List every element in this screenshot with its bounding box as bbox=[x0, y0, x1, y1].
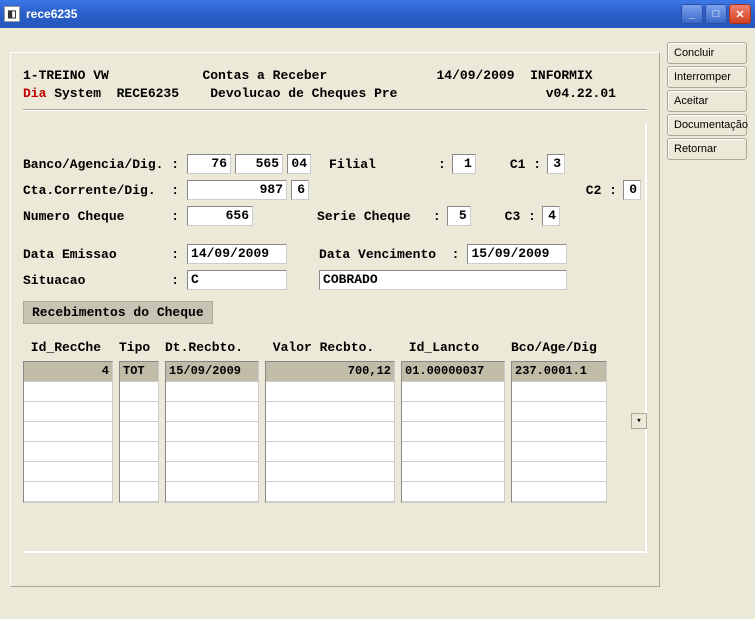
aceitar-button[interactable]: Aceitar bbox=[667, 90, 747, 112]
interromper-button[interactable]: Interromper bbox=[667, 66, 747, 88]
form-area: Banco/Agencia/Dig. : 76 565 04 Filial : … bbox=[23, 123, 647, 553]
numcheque-field[interactable]: 656 bbox=[187, 206, 253, 226]
label-serie: Serie Cheque bbox=[317, 209, 411, 224]
col-tipo[interactable]: TOT bbox=[119, 361, 159, 503]
label-emissao: Data Emissao : bbox=[23, 247, 179, 262]
retornar-button[interactable]: Retornar bbox=[667, 138, 747, 160]
label-banco: Banco/Agencia/Dig. : bbox=[23, 157, 179, 172]
header-line-1: 1-TREINO VW Contas a Receber 14/09/2009 … bbox=[23, 67, 647, 85]
window-title: rece6235 bbox=[26, 7, 77, 21]
col-idlan-header: Id_Lancto bbox=[401, 340, 505, 355]
sub-header: Recebimentos do Cheque bbox=[23, 301, 213, 324]
situacao-code-field[interactable]: C bbox=[187, 270, 287, 290]
minimize-button[interactable]: _ bbox=[681, 4, 703, 24]
dig1-field[interactable]: 04 bbox=[287, 154, 311, 174]
main-panel: 1-TREINO VW Contas a Receber 14/09/2009 … bbox=[10, 52, 660, 587]
app-icon: ◧ bbox=[4, 6, 20, 22]
header-line-2: Dia System RECE6235 Devolucao de Cheques… bbox=[23, 85, 647, 103]
col-tipo-header: Tipo bbox=[119, 340, 159, 355]
dig2-field[interactable]: 6 bbox=[291, 180, 309, 200]
scroll-down-icon[interactable]: ▾ bbox=[631, 413, 647, 429]
label-numcheque: Numero Cheque : bbox=[23, 209, 179, 224]
label-situacao: Situacao : bbox=[23, 273, 179, 288]
conta-field[interactable]: 987 bbox=[187, 180, 287, 200]
col-valor-header: Valor Recbto. bbox=[265, 340, 395, 355]
table-row[interactable]: 700,12 bbox=[266, 362, 394, 382]
table-row[interactable]: 01.00000037 bbox=[402, 362, 504, 382]
divider bbox=[23, 109, 647, 111]
col-bco[interactable]: 237.0001.1 bbox=[511, 361, 607, 503]
col-dtrec[interactable]: 15/09/2009 bbox=[165, 361, 259, 503]
banco-field[interactable]: 76 bbox=[187, 154, 231, 174]
grid: Id_RecChe 4 Tipo TOT Dt.Recbto. bbox=[23, 340, 645, 503]
label-c3: C3 : bbox=[505, 209, 536, 224]
c3-field[interactable]: 4 bbox=[542, 206, 560, 226]
col-dtrec-header: Dt.Recbto. bbox=[165, 340, 259, 355]
concluir-button[interactable]: Concluir bbox=[667, 42, 747, 64]
label-c2: C2 : bbox=[586, 183, 617, 198]
col-id-header: Id_RecChe bbox=[23, 340, 113, 355]
label-filial: Filial bbox=[329, 157, 376, 172]
table-row[interactable]: 15/09/2009 bbox=[166, 362, 258, 382]
action-sidebar: Concluir Interromper Aceitar Documentaçã… bbox=[667, 42, 747, 160]
c2-field[interactable]: 0 bbox=[623, 180, 641, 200]
col-bco-header: Bco/Age/Dig bbox=[511, 340, 607, 355]
serie-field[interactable]: 5 bbox=[447, 206, 471, 226]
table-row[interactable]: TOT bbox=[120, 362, 158, 382]
venc-field[interactable]: 15/09/2009 bbox=[467, 244, 567, 264]
maximize-button[interactable]: □ bbox=[705, 4, 727, 24]
emissao-field[interactable]: 14/09/2009 bbox=[187, 244, 287, 264]
table-row[interactable]: 237.0001.1 bbox=[512, 362, 606, 382]
title-bar: ◧ rece6235 _ □ ✕ bbox=[0, 0, 755, 28]
filial-field[interactable]: 1 bbox=[452, 154, 476, 174]
col-id[interactable]: 4 bbox=[23, 361, 113, 503]
c1-field[interactable]: 3 bbox=[547, 154, 565, 174]
label-c1: C1 : bbox=[510, 157, 541, 172]
client-area: Concluir Interromper Aceitar Documentaçã… bbox=[0, 28, 755, 619]
col-idlan[interactable]: 01.00000037 bbox=[401, 361, 505, 503]
table-row[interactable]: 4 bbox=[24, 362, 112, 382]
col-valor[interactable]: 700,12 bbox=[265, 361, 395, 503]
label-cta: Cta.Corrente/Dig. : bbox=[23, 183, 179, 198]
agencia-field[interactable]: 565 bbox=[235, 154, 283, 174]
label-venc: Data Vencimento : bbox=[319, 247, 459, 262]
situacao-desc-field: COBRADO bbox=[319, 270, 567, 290]
close-button[interactable]: ✕ bbox=[729, 4, 751, 24]
documentacao-button[interactable]: Documentação bbox=[667, 114, 747, 136]
